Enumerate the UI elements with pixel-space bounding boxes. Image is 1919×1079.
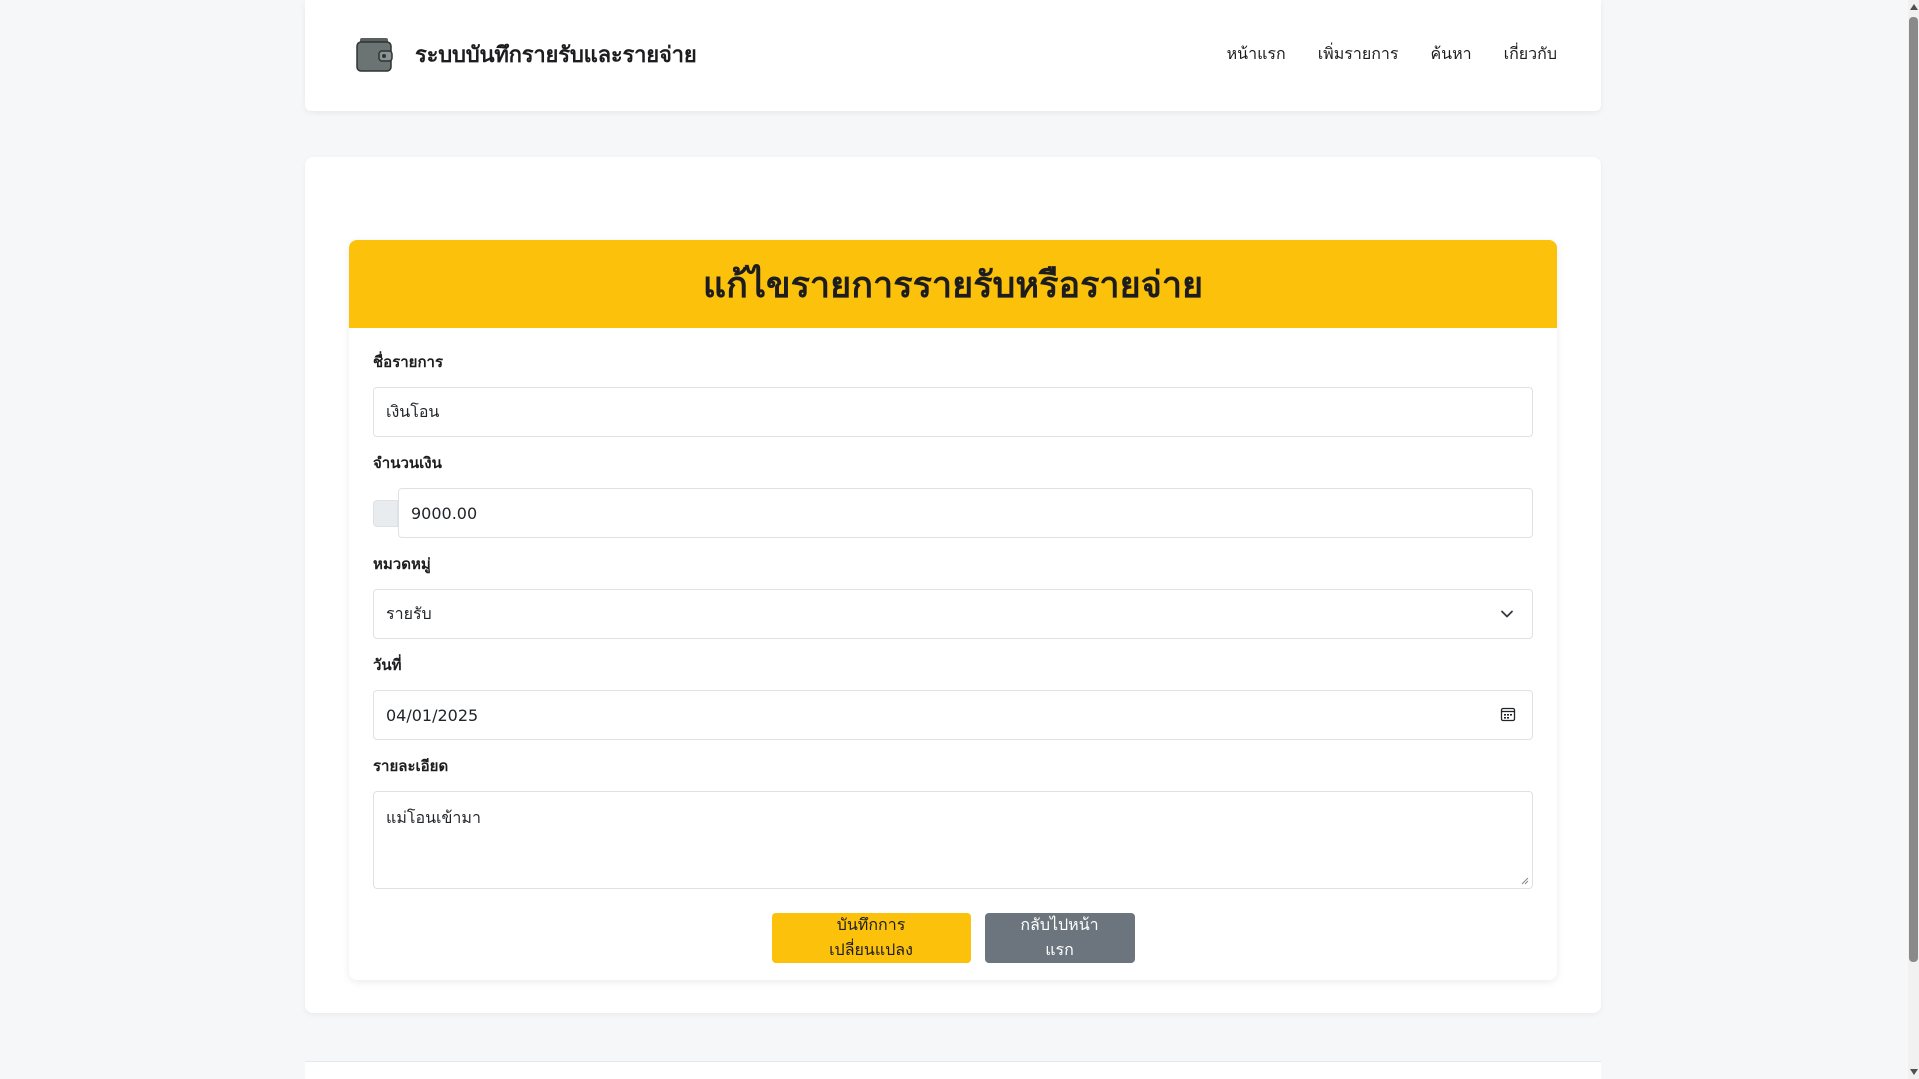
edit-card: แก้ไขรายการรายรับหรือรายจ่าย ชื่อรายการ … [349,240,1557,980]
navbar: ระบบบันทึกรายรับและรายจ่าย หน้าแรก เพิ่ม… [305,0,1601,111]
nav-link-home[interactable]: หน้าแรก [1227,42,1286,67]
main-container: แก้ไขรายการรายรับหรือรายจ่าย ชื่อรายการ … [305,157,1601,1013]
details-group: รายละเอียด แม่โอนเข้ามา [373,754,1533,889]
category-group: หมวดหมู่ รายรับ [373,552,1533,639]
name-group: ชื่อรายการ เงินโอน [373,350,1533,437]
scroll-up-arrow-icon[interactable] [1910,4,1918,10]
page-title: แก้ไขรายการรายรับหรือรายจ่าย [702,264,1204,306]
category-select-value: รายรับ [386,603,432,623]
brand-link[interactable]: ระบบบันทึกรายรับและรายจ่าย [355,34,697,74]
calendar-icon[interactable] [1500,706,1516,722]
footer [305,1061,1601,1079]
scroll-thumb[interactable] [1909,17,1918,962]
chevron-down-icon [1501,610,1513,618]
scroll-down-arrow-icon[interactable] [1910,1069,1918,1075]
resize-grip-icon[interactable] [1521,877,1529,885]
name-input-value: เงินโอน [386,401,440,421]
amount-input[interactable]: 9000.00 [398,488,1533,538]
amount-group: จำนวนเงิน 9000.00 [373,451,1533,538]
brand-title: ระบบบันทึกรายรับและรายจ่าย [415,42,697,68]
nav-link-about[interactable]: เกี่ยวกับ [1504,42,1557,67]
details-label: รายละเอียด [373,757,449,775]
card-header: แก้ไขรายการรายรับหรือรายจ่าย [349,240,1557,328]
nav-link-add[interactable]: เพิ่มรายการ [1318,42,1399,67]
date-label: วันที่ [373,656,402,674]
category-label: หมวดหมู่ [373,555,431,573]
amount-input-group: 9000.00 [373,488,1533,538]
details-textarea[interactable]: แม่โอนเข้ามา [373,791,1533,889]
date-input[interactable]: 04/01/2025 [373,690,1533,740]
back-home-button[interactable]: กลับไปหน้าแรก [984,913,1135,963]
vertical-scrollbar[interactable] [1908,0,1919,1079]
amount-input-value: 9000.00 [411,503,478,523]
date-input-value: 04/01/2025 [386,705,479,725]
form-actions: บันทึกการเปลี่ยนแปลง กลับไปหน้าแรก [373,913,1533,963]
page: ระบบบันทึกรายรับและรายจ่าย หน้าแรก เพิ่ม… [0,0,1908,1079]
amount-prefix [373,499,398,527]
details-textarea-value: แม่โอนเข้ามา [386,808,481,827]
save-changes-button[interactable]: บันทึกการเปลี่ยนแปลง [771,913,971,963]
name-label: ชื่อรายการ [373,353,444,371]
name-input[interactable]: เงินโอน [373,387,1533,437]
wallet-icon [356,38,393,72]
date-group: วันที่ 04/01/2025 [373,653,1533,740]
edit-form: ชื่อรายการ เงินโอน จำนวนเงิน 9000.00 หมว… [349,328,1557,963]
nav-link-search[interactable]: ค้นหา [1430,42,1471,67]
amount-label: จำนวนเงิน [373,454,442,472]
main-nav: หน้าแรก เพิ่มรายการ ค้นหา เกี่ยวกับ [1227,42,1557,67]
category-select[interactable]: รายรับ [373,589,1533,639]
